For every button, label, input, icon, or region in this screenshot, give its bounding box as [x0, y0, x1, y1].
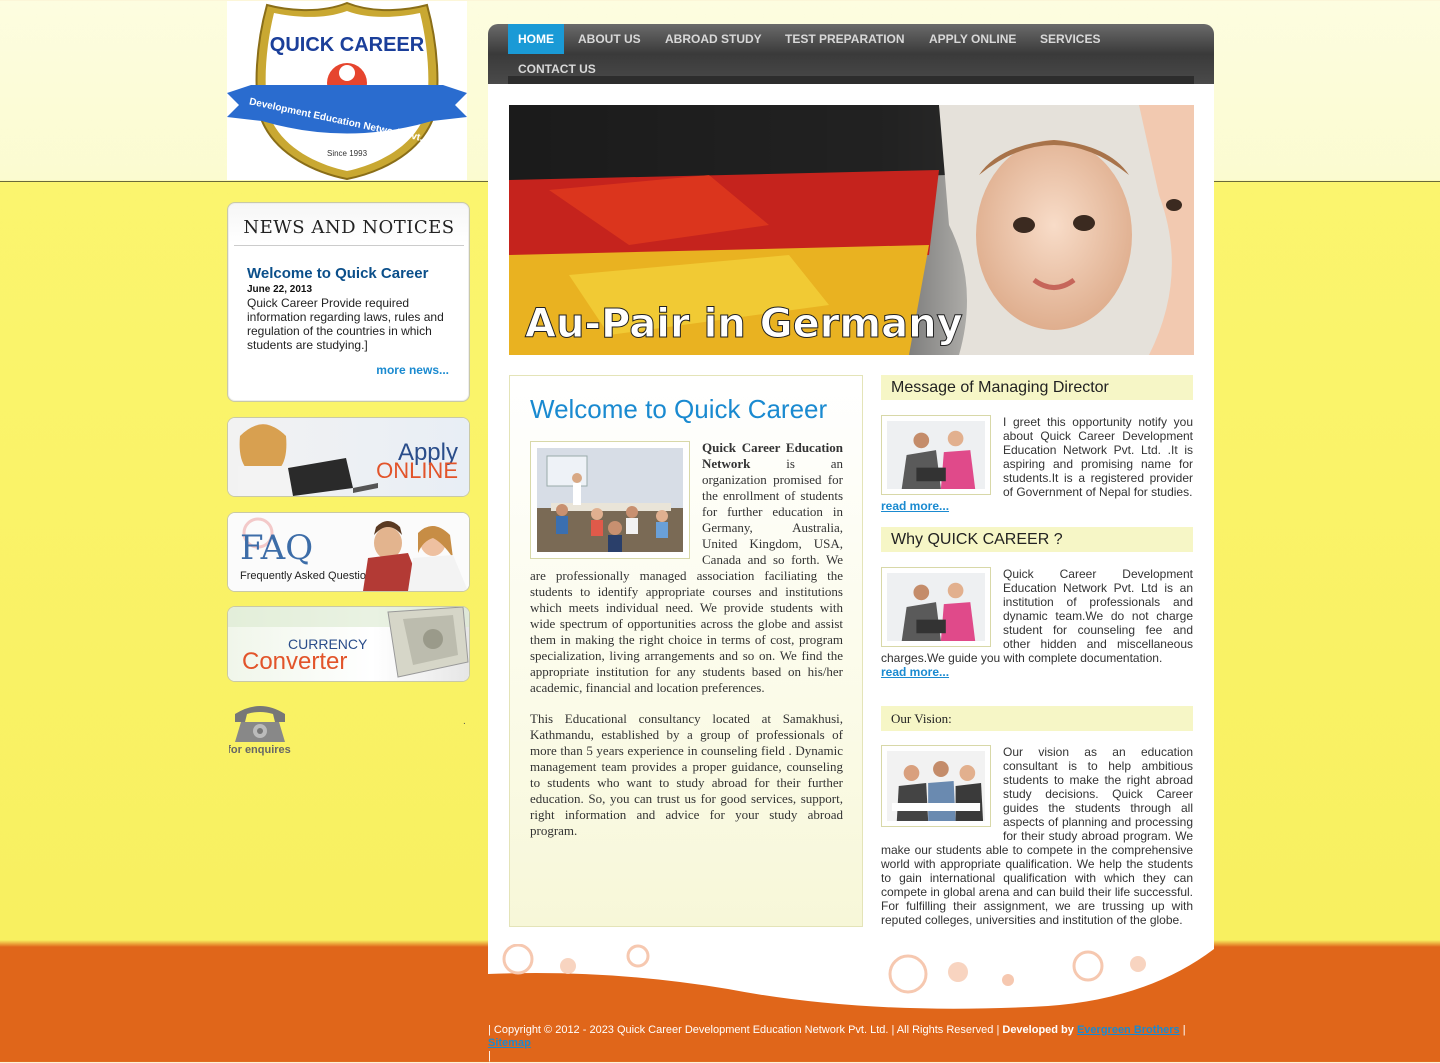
director-read-more[interactable]: read more... — [881, 499, 949, 513]
welcome-section: Welcome to Quick Career Quick Career Edu… — [509, 375, 863, 927]
nav-test-preparation[interactable]: TEST PREPARATION — [775, 24, 915, 54]
logo-text: QUICK CAREER — [270, 34, 425, 56]
sitemap-link[interactable]: Sitemap — [488, 1037, 531, 1049]
faq-subtitle: Frequently Asked Questions — [240, 570, 378, 582]
news-item-title[interactable]: Welcome to Quick Career — [247, 265, 428, 282]
news-heading: NEWS AND NOTICES — [234, 209, 464, 246]
copyright-text: | Copyright © 2012 - 2023 Quick Career D… — [488, 1024, 1000, 1036]
footer-tail: | — [488, 1050, 491, 1062]
nav-contact-us[interactable]: CONTACT US — [508, 54, 606, 84]
footer: | Copyright © 2012 - 2023 Quick Career D… — [488, 1024, 1218, 1063]
developed-by-label: Developed by — [1002, 1024, 1074, 1036]
banner-caption: Au-Pair in Germany — [525, 301, 963, 347]
more-news-link[interactable]: more news... — [376, 363, 449, 377]
classroom-photo — [530, 441, 690, 559]
footer-separator: | — [1182, 1024, 1186, 1036]
why-read-more[interactable]: read more... — [881, 665, 949, 679]
news-item-body: Quick Career Provide required informatio… — [247, 296, 444, 352]
faq-title: FAQ — [240, 528, 313, 568]
why-heading: Why QUICK CAREER ? — [881, 527, 1193, 552]
logo-since: Since 1993 — [327, 149, 368, 158]
apply-line2: ONLINE — [376, 458, 458, 483]
vision-section: Our vision as an education consultant is… — [881, 745, 1193, 927]
currency-converter-banner[interactable]: CURRENCY Converter — [227, 606, 470, 682]
nav-apply-online[interactable]: APPLY ONLINE — [919, 24, 1026, 54]
footer-wave — [488, 943, 1214, 1014]
director-photo — [881, 415, 991, 495]
main-navigation: HOME ABOUT US ABROAD STUDY TEST PREPARAT… — [488, 24, 1214, 84]
enquiry-label: for enquires — [229, 744, 291, 756]
news-item-date: June 22, 2013 — [247, 284, 313, 295]
enquiry-dot: . — [463, 716, 466, 727]
why-section: Quick Career Development Education Netwo… — [881, 567, 1193, 679]
currency-line2: Converter — [242, 648, 347, 675]
director-section: I greet this opportunity notify you abou… — [881, 415, 1193, 513]
nav-abroad-study[interactable]: ABROAD STUDY — [655, 24, 772, 54]
welcome-para2: This Educational consultancy located at … — [530, 711, 843, 838]
welcome-photo-wrap — [530, 440, 702, 560]
hero-banner[interactable]: Au-Pair in Germany — [509, 105, 1194, 355]
apply-online-banner[interactable]: Apply ONLINE — [227, 417, 470, 497]
nav-bottom-bar — [508, 76, 1194, 84]
why-photo — [881, 567, 991, 647]
news-box: NEWS AND NOTICES Welcome to Quick Career… — [227, 202, 470, 402]
welcome-text: Quick Career Education Network is an org… — [530, 440, 843, 839]
vision-heading: Our Vision: — [881, 706, 1193, 731]
director-heading: Message of Managing Director — [881, 375, 1193, 400]
developer-link[interactable]: Evergreen Brothers — [1077, 1024, 1180, 1036]
faq-banner[interactable]: FAQ Frequently Asked Questions — [227, 512, 470, 592]
phone-icon: for enquires — [227, 700, 291, 756]
nav-about-us[interactable]: ABOUT US — [568, 24, 651, 54]
site-logo[interactable]: QUICK CAREER Development Education Netwo… — [227, 1, 467, 181]
nav-services[interactable]: SERVICES — [1030, 24, 1110, 54]
director-text: I greet this opportunity notify you abou… — [1003, 415, 1193, 499]
vision-photo — [881, 745, 991, 827]
nav-home[interactable]: HOME — [508, 24, 564, 54]
welcome-title: Welcome to Quick Career — [530, 394, 828, 424]
